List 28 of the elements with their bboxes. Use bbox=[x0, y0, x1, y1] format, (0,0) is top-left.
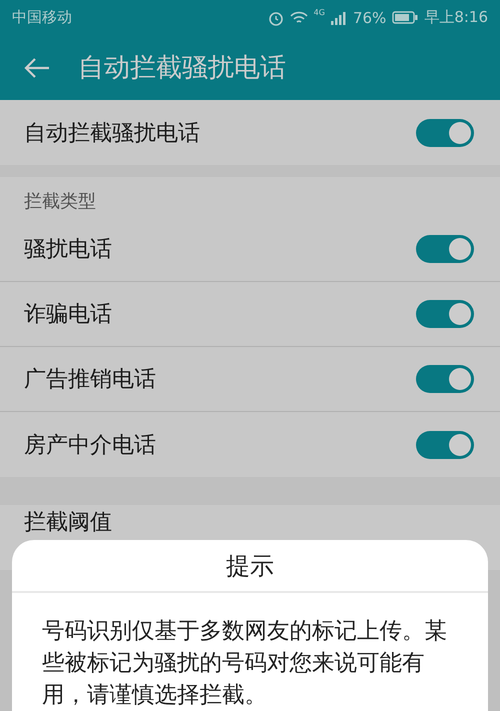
page-title: 自动拦截骚扰电话 bbox=[78, 52, 286, 85]
wifi-icon bbox=[290, 10, 308, 24]
carrier-name: 中国移动 bbox=[12, 8, 72, 27]
settings-row[interactable]: 自动拦截骚扰电话 bbox=[0, 100, 500, 165]
settings-row[interactable]: 广告推销电话 bbox=[0, 347, 500, 412]
toggle-switch[interactable] bbox=[416, 365, 474, 393]
dialog-message: 号码识别仅基于多数网友的标记上传。某些被标记为骚扰的号码对您来说可能有用，请谨慎选择拦截。 bbox=[42, 617, 448, 710]
setting-label: 诈骗电话 bbox=[24, 301, 112, 329]
toggle-switch[interactable] bbox=[416, 118, 474, 146]
settings-row[interactable]: 诈骗电话 bbox=[0, 282, 500, 347]
setting-label: 自动拦截骚扰电话 bbox=[24, 120, 200, 148]
toggle-switch[interactable] bbox=[416, 235, 474, 263]
toggle-switch[interactable] bbox=[416, 430, 474, 458]
battery-icon bbox=[392, 11, 418, 24]
settings-row[interactable]: 骚扰电话 bbox=[0, 217, 500, 282]
setting-label: 拦截阈值 bbox=[24, 509, 112, 537]
settings-row[interactable]: 房产中介电话 bbox=[0, 412, 500, 477]
setting-label: 广告推销电话 bbox=[24, 366, 156, 394]
battery-percent: 76% bbox=[352, 8, 386, 26]
section-title: 拦截类型 bbox=[24, 190, 96, 213]
setting-label: 房产中介电话 bbox=[24, 432, 156, 460]
clock-time: 早上8:16 bbox=[424, 8, 488, 27]
alarm-icon bbox=[268, 10, 284, 26]
back-arrow-icon[interactable] bbox=[24, 56, 50, 78]
signal-icon bbox=[330, 10, 347, 24]
setting-label: 骚扰电话 bbox=[24, 236, 112, 264]
toggle-switch[interactable] bbox=[416, 300, 474, 328]
network-label: 4G bbox=[314, 8, 325, 17]
